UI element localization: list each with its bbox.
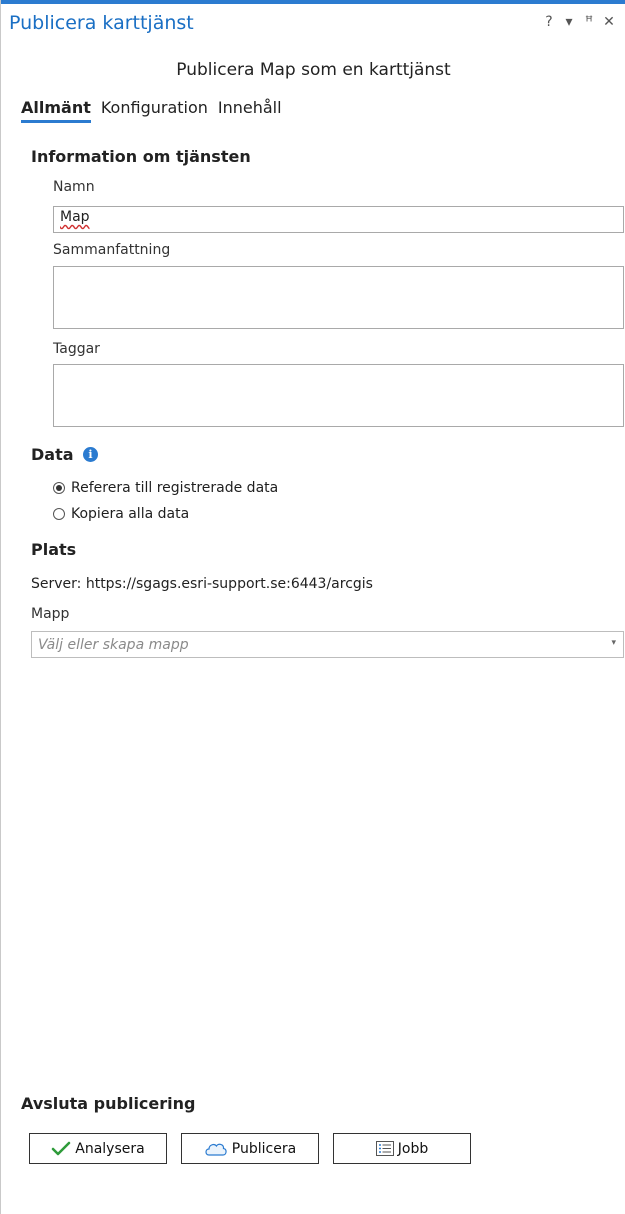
radio-button-checked[interactable] xyxy=(53,482,65,494)
chevron-down-icon[interactable]: ▾ xyxy=(611,638,616,648)
tab-configuration[interactable]: Konfiguration xyxy=(101,98,208,123)
pin-icon[interactable]: ꟸ xyxy=(583,14,595,30)
publish-button[interactable]: Publicera xyxy=(181,1133,319,1164)
folder-placeholder: Välj eller skapa mapp xyxy=(38,637,189,653)
service-info-heading: Information om tjänsten xyxy=(31,147,251,166)
tab-strip: Allmänt Konfiguration Innehåll xyxy=(21,98,282,123)
publish-pane: Publicera karttjänst ? ▾ ꟸ ✕ Publicera M… xyxy=(0,0,625,1214)
name-label: Namn xyxy=(53,179,95,195)
analyze-label: Analysera xyxy=(75,1140,145,1157)
close-icon[interactable]: ✕ xyxy=(603,14,615,30)
list-icon xyxy=(375,1141,394,1156)
folder-dropdown[interactable]: Välj eller skapa mapp ▾ xyxy=(31,631,624,658)
server-url: Server: https://sgags.esri-support.se:64… xyxy=(31,576,373,592)
location-heading: Plats xyxy=(31,540,77,559)
tags-field[interactable] xyxy=(53,364,624,427)
summary-label: Sammanfattning xyxy=(53,242,171,258)
tab-content[interactable]: Innehåll xyxy=(218,98,282,123)
pane-title: Publicera karttjänst xyxy=(9,12,194,34)
tags-label: Taggar xyxy=(53,341,100,357)
checkmark-icon xyxy=(52,1141,71,1155)
folder-label: Mapp xyxy=(31,606,70,622)
accent-strip xyxy=(1,0,625,4)
window-controls: ? ▾ ꟸ ✕ xyxy=(543,14,615,30)
radio-copy-all-data[interactable]: Kopiera alla data xyxy=(53,506,189,522)
radio-reference-registered-data[interactable]: Referera till registrerade data xyxy=(53,480,278,496)
data-heading: Data xyxy=(31,445,74,464)
publish-label: Publicera xyxy=(231,1140,297,1157)
name-field[interactable]: Map xyxy=(53,206,624,233)
jobs-button[interactable]: Jobb xyxy=(333,1133,471,1164)
menu-dropdown-icon[interactable]: ▾ xyxy=(563,14,575,30)
tab-general[interactable]: Allmänt xyxy=(21,98,91,123)
radio-button-unchecked[interactable] xyxy=(53,508,65,520)
pane-title-bar: Publicera karttjänst ? ▾ ꟸ ✕ xyxy=(9,12,617,40)
summary-field[interactable] xyxy=(53,266,624,329)
finish-heading: Avsluta publicering xyxy=(21,1094,196,1113)
pane-subtitle: Publicera Map som en karttjänst xyxy=(176,60,451,80)
radio-copy-label: Kopiera alla data xyxy=(71,506,190,522)
jobs-label: Jobb xyxy=(397,1140,429,1157)
analyze-button[interactable]: Analysera xyxy=(29,1133,167,1164)
radio-reference-label: Referera till registrerade data xyxy=(71,480,279,496)
help-icon[interactable]: ? xyxy=(543,14,555,30)
name-value: Map xyxy=(60,209,90,225)
info-icon[interactable]: i xyxy=(83,447,98,462)
cloud-icon xyxy=(205,1143,227,1156)
